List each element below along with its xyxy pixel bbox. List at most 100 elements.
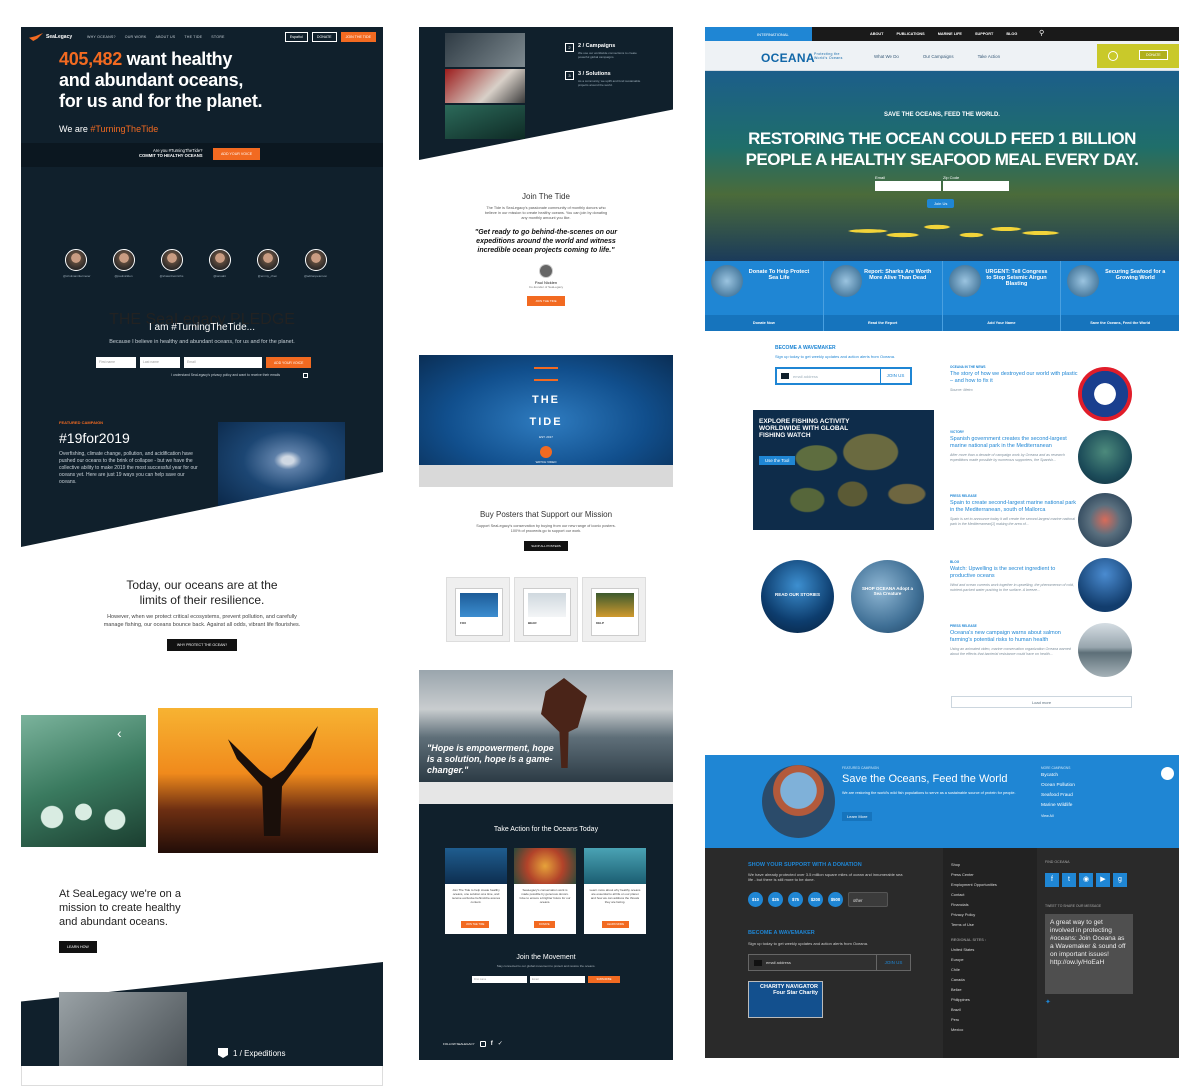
nav-item-our-work[interactable]: OUR WORK xyxy=(125,35,147,39)
why-protect-button[interactable]: WHY PROTECT THE OCEAN? xyxy=(166,639,238,651)
poster-card[interactable]: FOX xyxy=(446,577,510,642)
action-card[interactable]: Securing Seafood for a Growing World Save… xyxy=(1061,261,1179,331)
next-arrow-icon[interactable] xyxy=(1161,767,1174,780)
footer-email-input[interactable]: email address xyxy=(766,960,791,965)
card-cta[interactable]: Read the Report xyxy=(823,315,942,331)
chevron-left-icon[interactable]: ‹ xyxy=(117,725,122,741)
news-item[interactable]: BLOG Watch: Upwelling is the secret ingre… xyxy=(950,560,1078,593)
email-input[interactable]: email address xyxy=(793,374,818,379)
campaign-link[interactable]: Bycatch xyxy=(1041,773,1058,778)
facebook-icon[interactable]: f xyxy=(491,1041,493,1047)
top-nav-publications[interactable]: PUBLICATIONS xyxy=(897,32,925,36)
news-title[interactable]: Oceana's new campaign warns about salmon… xyxy=(950,630,1078,644)
movement-email[interactable]: Email xyxy=(530,976,585,983)
amount-option[interactable]: $500 xyxy=(828,892,843,907)
regional-link[interactable]: Peru xyxy=(951,1017,959,1022)
hashtag[interactable]: #TurningTheTide xyxy=(90,124,158,134)
amount-option[interactable]: $25 xyxy=(768,892,783,907)
watch-video-label[interactable]: WATCH VIDEO xyxy=(526,460,566,464)
amount-option[interactable]: $75 xyxy=(788,892,803,907)
donate-button[interactable]: DONATE xyxy=(1139,50,1168,60)
twitter-bird-icon[interactable]: ✦ xyxy=(1045,998,1051,1006)
donate-button[interactable]: DONATE xyxy=(311,32,337,42)
poster-card[interactable]: KELP xyxy=(582,577,646,642)
ambassador-item[interactable]: @iansalit xyxy=(207,249,232,278)
card-donate-button[interactable]: DONATE xyxy=(534,921,555,928)
email-field[interactable]: Email xyxy=(184,357,262,368)
pledge-submit-button[interactable]: ADD YOUR VOICE xyxy=(266,357,312,368)
regional-link[interactable]: Brazil xyxy=(951,1007,961,1012)
tweet-box[interactable]: TWEET TO SHARE OUR MESSAGE A great way t… xyxy=(1045,904,1133,994)
footer-link[interactable]: Employment Opportunities xyxy=(951,882,997,887)
shop-oceana-circle[interactable]: SHOP OCEANA Adopt a Sea Creature xyxy=(851,560,924,633)
charity-navigator-badge[interactable]: CHARITY NAVIGATOR Four Star Charity xyxy=(748,981,823,1018)
read-stories-circle[interactable]: READ OUR STORIES xyxy=(761,560,834,633)
top-nav-blog[interactable]: BLOG xyxy=(1006,32,1017,36)
join-us-button[interactable]: Join Us xyxy=(927,199,955,208)
whale-tail-photo[interactable] xyxy=(158,708,378,853)
learn-more-button[interactable]: Learn More xyxy=(842,812,873,821)
regional-link[interactable]: Belize xyxy=(951,987,962,992)
card-learn-button[interactable]: LEARN MORE xyxy=(602,921,630,928)
nav-item-the-tide[interactable]: THE TIDE xyxy=(184,35,202,39)
regional-link[interactable]: Mexico xyxy=(951,1027,963,1032)
ambassador-item[interactable]: @paulnicklen xyxy=(111,249,136,278)
international-menu[interactable]: INTERNATIONAL xyxy=(705,27,812,41)
ambassador-item[interactable]: @cristinamittermeier xyxy=(63,249,91,278)
nav-our-campaigns[interactable]: Our Campaigns xyxy=(923,54,954,59)
join-us-button[interactable]: JOIN US xyxy=(880,369,910,383)
card-cta[interactable]: Add Your Name xyxy=(942,315,1061,331)
load-more-button[interactable]: Load more xyxy=(951,696,1132,708)
top-nav-about[interactable]: ABOUT xyxy=(870,32,884,36)
facebook-icon[interactable]: f xyxy=(1045,873,1059,887)
language-button[interactable]: Español xyxy=(284,32,308,42)
amount-option[interactable]: $10 xyxy=(748,892,763,907)
card-join-button[interactable]: JOIN THE TIDE xyxy=(461,921,490,928)
amount-option[interactable]: $200 xyxy=(808,892,823,907)
news-item[interactable]: PRESS RELEASE Spain to create second-larg… xyxy=(950,494,1078,527)
last-name-field[interactable]: Last name xyxy=(140,357,180,368)
nav-item-store[interactable]: STORE xyxy=(211,35,224,39)
campaign-link[interactable]: Seafood Fraud xyxy=(1041,793,1073,798)
instagram-icon[interactable] xyxy=(479,1040,486,1047)
nav-item-about-us[interactable]: ABOUT US xyxy=(155,35,175,39)
instagram-icon[interactable]: ◉ xyxy=(1079,873,1093,887)
footer-link[interactable]: Press Center xyxy=(951,872,974,877)
twitter-icon[interactable]: ✓ xyxy=(498,1040,503,1047)
action-card[interactable]: Donate To Help Protect Sea Life Donate No… xyxy=(705,261,824,331)
card-cta[interactable]: Save the Oceans, Feed the World xyxy=(1061,315,1179,331)
news-title[interactable]: Spain to create second-largest marine na… xyxy=(950,500,1078,514)
footer-join-button[interactable]: JOIN US xyxy=(876,955,910,970)
news-title[interactable]: Watch: Upwelling is the secret ingredien… xyxy=(950,566,1078,580)
campaign-link[interactable]: Ocean Pollution xyxy=(1041,783,1075,788)
action-card[interactable]: Report: Sharks Are Worth More Alive Than… xyxy=(823,261,943,331)
subscribe-button[interactable]: SUBSCRIBE xyxy=(588,976,620,983)
nav-what-we-do[interactable]: What We Do xyxy=(874,54,899,59)
view-all-link[interactable]: View All xyxy=(1041,814,1054,818)
nav-item-why-oceans[interactable]: WHY OCEANS? xyxy=(87,35,116,39)
privacy-checkbox[interactable] xyxy=(303,373,308,378)
google-plus-icon[interactable]: g xyxy=(1113,873,1127,887)
expedition-photo[interactable] xyxy=(59,992,187,1066)
news-item[interactable]: OCEANA IN THE NEWS The story of how we de… xyxy=(950,365,1078,393)
oceana-logo[interactable]: OCEANA Protecting the World's Oceans xyxy=(761,51,842,65)
card-cta[interactable]: Donate Now xyxy=(705,315,823,331)
ambassador-item[interactable]: @shawnheinrichs xyxy=(159,249,184,278)
campaign-link[interactable]: Marine Wildlife xyxy=(1041,803,1072,808)
use-tool-button[interactable]: Use the Tool xyxy=(759,456,796,465)
add-voice-button[interactable]: ADD YOUR VOICE xyxy=(213,148,261,160)
movement-first-name[interactable]: First name xyxy=(472,976,527,983)
nav-take-action[interactable]: Take Action xyxy=(978,54,1000,59)
twitter-icon[interactable]: t xyxy=(1062,873,1076,887)
learn-how-button[interactable]: LEARN HOW xyxy=(59,941,97,953)
join-the-tide-button[interactable]: JOIN THE TIDE xyxy=(340,32,376,42)
footer-link[interactable]: Shop xyxy=(951,862,960,867)
join-the-tide-button[interactable]: JOIN THE TIDE xyxy=(527,296,565,306)
poster-card[interactable]: BEAR xyxy=(514,577,578,642)
ambassador-item[interactable]: @adrianpeterson xyxy=(303,249,328,278)
footer-link[interactable]: Financials xyxy=(951,902,969,907)
fishing-map[interactable]: EXPLORE FISHING ACTIVITY WORLDWIDE WITH … xyxy=(753,410,934,530)
regional-link[interactable]: Philippines xyxy=(951,997,970,1002)
anemone-photo[interactable]: ‹ xyxy=(21,715,146,847)
first-name-field[interactable]: First name xyxy=(96,357,136,368)
